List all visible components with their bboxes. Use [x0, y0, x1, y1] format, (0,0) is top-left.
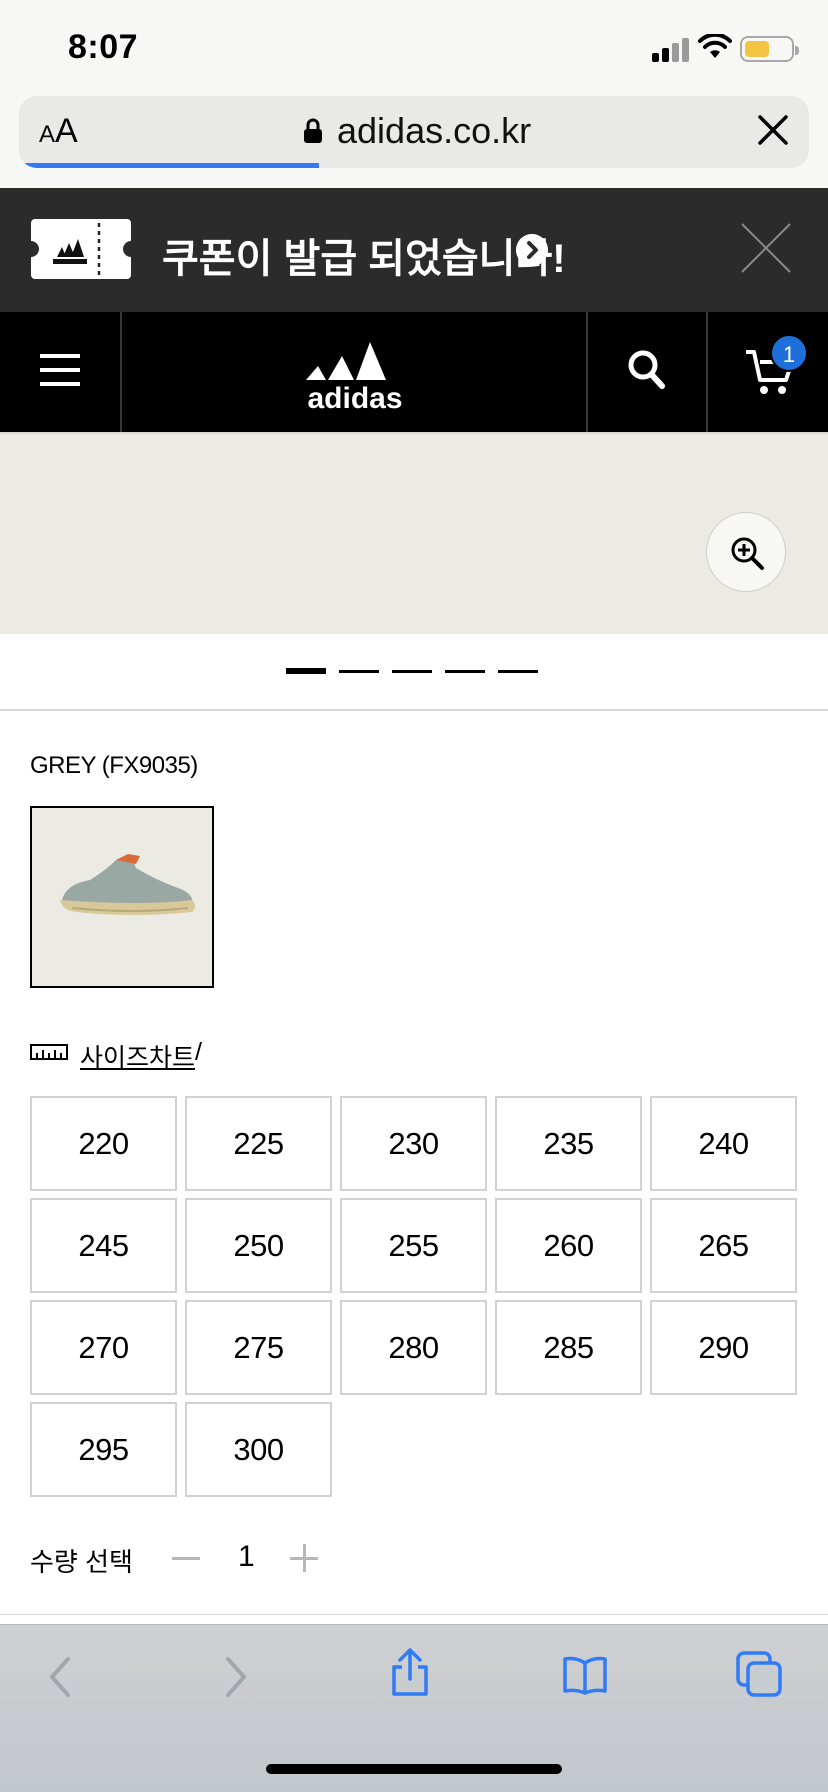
size-option[interactable]: 245 [30, 1198, 177, 1293]
back-icon[interactable] [46, 1655, 74, 1699]
browser-address-area: AA adidas.co.kr [0, 92, 828, 188]
size-option[interactable]: 300 [185, 1402, 332, 1497]
product-thumbnail [60, 854, 195, 915]
status-bar: 8:07 [0, 0, 828, 92]
size-chart-link[interactable]: 사이즈차트 [80, 1038, 195, 1074]
size-option[interactable]: 260 [495, 1198, 642, 1293]
status-time: 8:07 [68, 28, 139, 66]
size-option[interactable]: 250 [185, 1198, 332, 1293]
page-load-progress [19, 163, 320, 168]
size-option[interactable]: 295 [30, 1402, 177, 1497]
size-option[interactable]: 275 [185, 1300, 332, 1395]
size-option[interactable]: 285 [495, 1300, 642, 1395]
adidas-logo[interactable]: adidas [300, 336, 410, 416]
pagination-dot[interactable] [445, 670, 485, 673]
coupon-banner[interactable]: 쿠폰이 발급 되었습니다! [0, 188, 828, 312]
pagination-dot[interactable] [498, 670, 538, 673]
quantity-increase-button[interactable] [290, 1544, 318, 1572]
size-option[interactable]: 280 [340, 1300, 487, 1395]
cart-count-badge: 1 [770, 334, 808, 372]
coupon-message: 쿠폰이 발급 되었습니다! [162, 237, 566, 281]
pagination-dot[interactable] [339, 670, 379, 673]
quantity-value: 1 [238, 1540, 255, 1573]
size-chart-separator: / [195, 1038, 202, 1066]
size-option[interactable]: 235 [495, 1096, 642, 1191]
quantity-decrease-button[interactable] [172, 1557, 200, 1560]
size-option[interactable]: 270 [30, 1300, 177, 1395]
product-image-gallery[interactable] [0, 432, 828, 634]
zoom-button[interactable] [706, 512, 786, 592]
size-option[interactable]: 240 [650, 1096, 797, 1191]
lock-icon [304, 118, 322, 143]
text-size-button[interactable]: AA [39, 112, 78, 151]
search-icon[interactable] [626, 348, 666, 390]
size-option[interactable]: 290 [650, 1300, 797, 1395]
size-option[interactable]: 225 [185, 1096, 332, 1191]
forward-icon[interactable] [222, 1655, 250, 1699]
site-header: adidas [0, 312, 828, 432]
size-option[interactable]: 220 [30, 1096, 177, 1191]
zoom-in-icon [731, 537, 764, 570]
size-option[interactable]: 230 [340, 1096, 487, 1191]
color-swatch[interactable] [30, 806, 214, 988]
size-option[interactable]: 265 [650, 1198, 797, 1293]
color-variant-label: GREY (FX9035) [30, 752, 198, 779]
battery-icon [740, 36, 799, 62]
divider [0, 1614, 828, 1615]
url-text: adidas.co.kr [337, 110, 532, 151]
address-bar[interactable]: AA adidas.co.kr [19, 96, 809, 168]
ticket-icon [31, 219, 131, 279]
menu-icon[interactable] [40, 354, 80, 386]
size-option[interactable]: 255 [340, 1198, 487, 1293]
tabs-icon[interactable] [736, 1651, 784, 1699]
home-indicator [266, 1764, 562, 1774]
chevron-right-icon[interactable] [516, 234, 548, 266]
signal-icon [652, 36, 690, 62]
share-icon[interactable] [388, 1647, 432, 1697]
pagination-dot[interactable] [286, 668, 326, 674]
bookmarks-icon[interactable] [562, 1655, 608, 1695]
close-icon[interactable] [740, 222, 792, 274]
close-icon[interactable] [757, 114, 789, 146]
svg-text:adidas: adidas [307, 382, 402, 415]
wifi-icon [698, 34, 732, 58]
ruler-icon [30, 1044, 68, 1060]
pagination-dot[interactable] [392, 670, 432, 673]
quantity-label: 수량 선택 [30, 1547, 133, 1577]
divider [0, 709, 828, 711]
